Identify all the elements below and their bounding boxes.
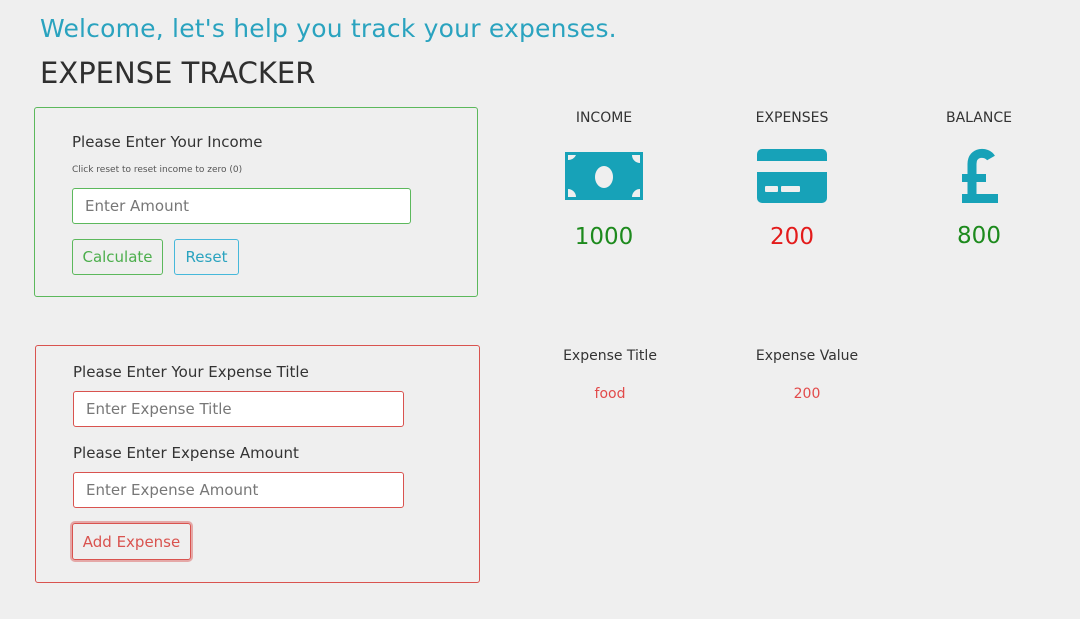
expenses-value: 200: [770, 224, 814, 250]
money-bill-icon: [534, 146, 674, 206]
income-field-label: Please Enter Your Income: [72, 133, 263, 151]
expense-row-value: 200: [793, 386, 821, 402]
pound-sign-icon: [909, 146, 1049, 206]
balance-value: 800: [957, 223, 1001, 249]
balance-heading: BALANCE: [946, 110, 1012, 126]
welcome-message: Welcome, let's help you track your expen…: [40, 14, 617, 43]
income-input[interactable]: [72, 188, 411, 224]
expense-title-input[interactable]: [73, 391, 404, 427]
expenses-heading: EXPENSES: [755, 110, 829, 126]
add-expense-button[interactable]: Add Expense: [72, 523, 191, 560]
expense-row-title: food: [594, 386, 626, 402]
income-value: 1000: [574, 224, 634, 250]
credit-card-icon: [722, 146, 862, 206]
reset-button[interactable]: Reset: [174, 239, 239, 275]
page-title: EXPENSE TRACKER: [40, 56, 316, 90]
income-heading: INCOME: [575, 110, 633, 126]
expense-value-column-header: Expense Value: [755, 348, 859, 364]
expense-amount-label: Please Enter Expense Amount: [73, 444, 299, 462]
expense-amount-input[interactable]: [73, 472, 404, 508]
calculate-button[interactable]: Calculate: [72, 239, 163, 275]
expense-title-label: Please Enter Your Expense Title: [73, 363, 309, 381]
income-reset-hint: Click reset to reset income to zero (0): [72, 165, 243, 175]
expense-title-column-header: Expense Title: [563, 348, 657, 364]
